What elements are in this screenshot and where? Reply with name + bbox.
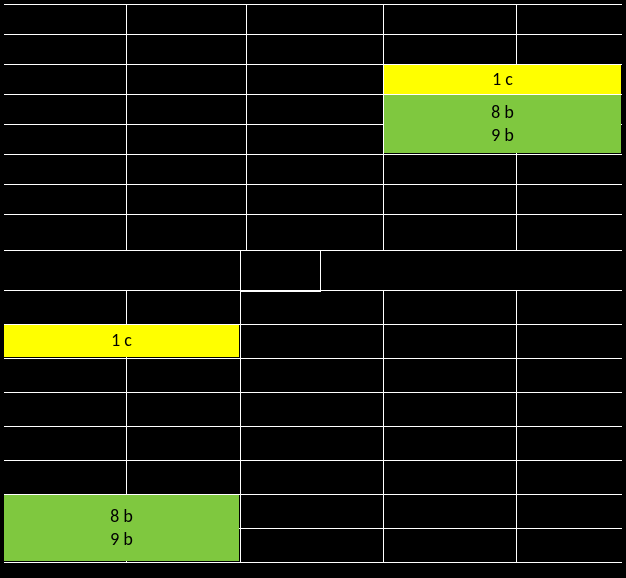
grid-line bbox=[4, 214, 622, 215]
grid-line bbox=[4, 184, 622, 185]
cell-text: 9 b bbox=[491, 124, 514, 147]
grid-line bbox=[4, 4, 622, 5]
top-green-cell: 8 b 9 b bbox=[384, 95, 621, 153]
cell-text: 1 c bbox=[111, 329, 132, 352]
grid-line bbox=[4, 460, 622, 461]
empty-cell bbox=[240, 250, 321, 292]
diagram-stage: 1 c 8 b 9 b 1 c 8 b 9 b bbox=[0, 0, 626, 578]
grid-line bbox=[4, 426, 622, 427]
grid-line bbox=[4, 34, 622, 35]
cell-text: 8 b bbox=[491, 101, 514, 124]
grid-line bbox=[240, 290, 241, 562]
cell-text: 1 c bbox=[492, 68, 513, 91]
cell-text: 8 b bbox=[110, 505, 133, 528]
grid-line bbox=[4, 154, 622, 155]
bottom-green-cell: 8 b 9 b bbox=[4, 495, 239, 561]
grid-line bbox=[4, 358, 622, 359]
grid-line bbox=[516, 290, 517, 562]
top-yellow-cell: 1 c bbox=[384, 65, 621, 94]
grid-line bbox=[383, 290, 384, 562]
grid-line bbox=[4, 392, 622, 393]
grid-line bbox=[4, 562, 622, 563]
left-yellow-cell: 1 c bbox=[4, 325, 239, 357]
cell-text: 9 b bbox=[110, 528, 133, 551]
grid-line bbox=[246, 4, 247, 250]
grid-line bbox=[126, 4, 127, 250]
